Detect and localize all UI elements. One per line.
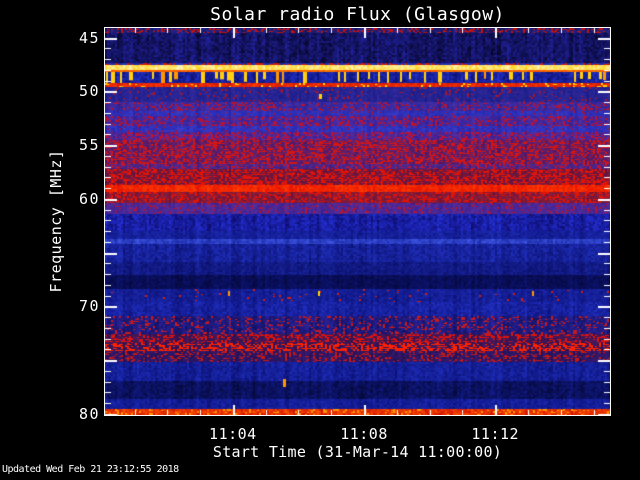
x-tick-label: 11:08 bbox=[340, 425, 388, 443]
y-tick-label: 50 bbox=[78, 82, 100, 101]
x-tick-label: 11:04 bbox=[209, 425, 257, 443]
y-tick-label: 45 bbox=[78, 28, 100, 47]
x-axis-title: Start Time (31-Mar-14 11:00:00) bbox=[212, 443, 503, 461]
screenshot-root: Solar radio Flux (Glasgow) 45 50 55 60 70 80 … bbox=[0, 0, 640, 480]
update-timestamp: Updated Wed Feb 21 23:12:55 2018 bbox=[2, 464, 179, 475]
y-tick-label: 70 bbox=[78, 297, 100, 316]
plot-frame bbox=[104, 27, 611, 416]
x-tick-label: 11:12 bbox=[471, 425, 520, 443]
y-axis-title: Frequency [MHz] bbox=[47, 149, 65, 293]
y-tick-label: 80 bbox=[78, 404, 100, 423]
spectrogram-canvas bbox=[105, 28, 610, 415]
chart-title: Solar radio Flux (Glasgow) bbox=[210, 4, 505, 25]
